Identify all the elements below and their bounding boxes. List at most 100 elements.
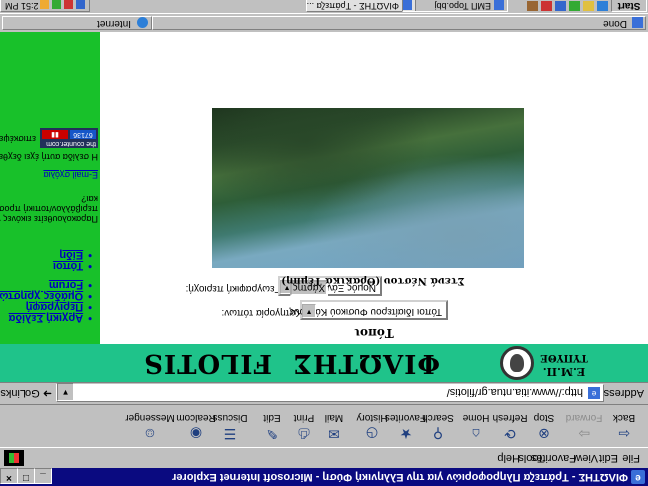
forward-button[interactable]: ⇨ Forward [564,405,604,445]
word-quicklaunch-icon[interactable] [555,1,566,11]
page-icon: e [588,387,600,399]
visit-counter[interactable]: the counter.com 67136 ▮▮ [40,128,98,148]
stop-icon: ⊗ [538,426,550,442]
counter-value: 67136 [70,130,96,139]
taskbar-item-ie[interactable]: ΦΙΛΩΤΗΣ - Τράπεζα ... [306,0,416,12]
address-value: http://www.itia.ntua.gr/filotis/ [446,386,583,398]
tray-icon-3[interactable] [52,0,61,9]
document-icon [494,0,504,10]
edit-button[interactable]: ✎ Edit [252,405,292,445]
menu-help[interactable]: Help [497,452,520,464]
nav-species[interactable]: Είδη [59,249,92,261]
go-button[interactable]: ➜ Go [25,387,52,400]
sidebar-note-2: περιβάλλον/τοπική προσέγγιση [0,204,98,214]
banner-title-greek: ΦΙΛΩΤΗΣ [292,348,440,378]
sidebar-note-3: και? [81,194,98,204]
edit-label: Edit [263,412,281,423]
minimize-button[interactable]: _ [34,468,52,484]
tray-icon-4[interactable] [40,0,49,9]
nav-home[interactable]: Αρχική Σελίδα [9,312,92,324]
explorer-quicklaunch-icon[interactable] [527,1,538,11]
print-icon: ⎙ [298,426,310,442]
category-select[interactable]: Τόποι Ιδιαίτερου Φυσικού Κάλλους ▼ [289,300,448,320]
nav-description[interactable]: Περιγραφή [26,301,92,313]
ie-icon: e [631,470,645,484]
menu-tools[interactable]: Tools [518,452,544,464]
favorites-label: Favorites [384,412,426,423]
start-button[interactable]: Start [611,0,647,12]
home-button[interactable]: ⌂ Home [456,405,496,445]
refresh-button[interactable]: ⟳ Refresh [490,405,530,445]
site-banner: Ε.Μ.Π. ΤΥΠΥΘΕ ΦΙΛΩΤΗΣ FILOTIS [0,344,648,382]
menu-file[interactable]: File [622,452,640,464]
photo-caption: Στενά Νέστου (Θρακικά Τέμπη) [281,275,465,286]
nav-places[interactable]: Τόποι [53,260,92,272]
menu-edit[interactable]: Edit [599,452,618,464]
favorites-icon: ★ [399,426,413,442]
realcom-button[interactable]: ◉ Realcom [176,405,216,445]
stop-label: Stop [533,412,555,423]
nav-forum[interactable]: Forum [49,279,92,291]
university-seal-icon[interactable] [500,346,534,380]
address-bar: Address e http://www.itia.ntua.gr/filoti… [0,382,648,404]
history-button[interactable]: ◷ History [352,405,392,445]
ie-quicklaunch-icon[interactable] [597,1,608,11]
status-text: Done [603,18,627,29]
discuss-button[interactable]: ☰ Discuss [210,405,250,445]
globe-icon [137,17,148,28]
task-label-topo: ΕΜΠ Topo.bbj [434,1,491,11]
tray-icon-1[interactable] [76,0,85,9]
mail-icon: ✉ [328,426,340,442]
email-link[interactable]: E-mail σχόλια [43,170,98,180]
window-title: ΦΙΛΩΤΗΣ - Τράπεζα Πληροφοριών για την Ελ… [172,471,628,483]
back-button[interactable]: ⇦ Back [604,405,644,445]
back-label: Back [612,412,636,423]
edit-icon: ✎ [266,426,278,442]
visit-text: Η σελίδα αυτή έχει δεχθεί [0,152,98,162]
address-dropdown-icon[interactable]: ▼ [57,383,74,401]
screen: e ΦΙΛΩΤΗΣ - Τράπεζα Πληροφοριών για την … [0,0,648,486]
taskbar: Start ΦΙΛΩΤΗΣ - Τράπεζα ... ΕΜΠ Topo.bbj… [0,0,648,14]
banner-title-latin: FILOTIS [143,348,272,378]
favorites-button[interactable]: ★ Favorites [384,405,426,445]
refresh-label: Refresh [492,412,528,423]
clock[interactable]: 2:51 PM [5,1,39,11]
zone-panel: Internet [2,16,152,30]
outlook-quicklaunch-icon[interactable] [541,1,552,11]
forward-label: Forward [565,412,603,423]
go-arrow-icon: ➜ [42,387,52,399]
messenger-icon: ☺ [142,426,158,442]
sidebar-note-1: Παρακολουθείτε εικόνες για το [0,214,98,224]
zone-text: Internet [97,18,131,29]
logo-text: Ε.Μ.Π. [542,365,586,378]
stop-button[interactable]: ⊗ Stop [524,405,564,445]
taskbar-item-topo[interactable]: ΕΜΠ Topo.bbj [402,0,508,12]
menu-bar: File Edit View Favorites Tools Help [0,448,648,468]
realcom-label: Realcom [176,412,216,423]
sidebar: Αρχική Σελίδα Περιγραφή Ομάδες χρηστών F… [0,32,100,344]
menu-view[interactable]: View [574,452,598,464]
discuss-label: Discuss [212,412,248,423]
task-label-ie: ΦΙΛΩΤΗΣ - Τράπεζα ... [306,1,399,11]
windows-logo-icon [4,450,24,466]
logo-subtext: ΤΥΠΥΘΕ [540,352,588,363]
forward-arrow-icon: ⇨ [578,426,590,442]
links-button[interactable]: Links [0,387,26,399]
address-label: Address [603,387,644,399]
nav-user-groups[interactable]: Ομάδες χρηστών [0,290,92,302]
maximize-button[interactable]: □ [17,468,35,484]
system-tray: 2:51 PM [0,0,90,12]
messenger-label: Messenger [125,412,175,423]
address-input[interactable]: e http://www.itia.ntua.gr/filotis/ ▼ [56,383,604,402]
desktop-quicklaunch-icon[interactable] [569,1,580,11]
counter-label: επισκέψεις [0,134,36,144]
home-icon: ⌂ [471,426,481,442]
refresh-icon: ⟳ [504,426,516,442]
tray-icon-2[interactable] [64,0,73,9]
chevron-down-icon: ▼ [302,304,316,318]
messenger-button[interactable]: ☺ Messenger [124,405,176,445]
web-page: Ε.Μ.Π. ΤΥΠΥΘΕ ΦΙΛΩΤΗΣ FILOTIS Τόποι Κατη… [0,32,648,382]
close-button[interactable]: × [0,468,18,484]
folder-quicklaunch-icon[interactable] [583,1,594,11]
counter-header: the counter.com [46,140,96,147]
